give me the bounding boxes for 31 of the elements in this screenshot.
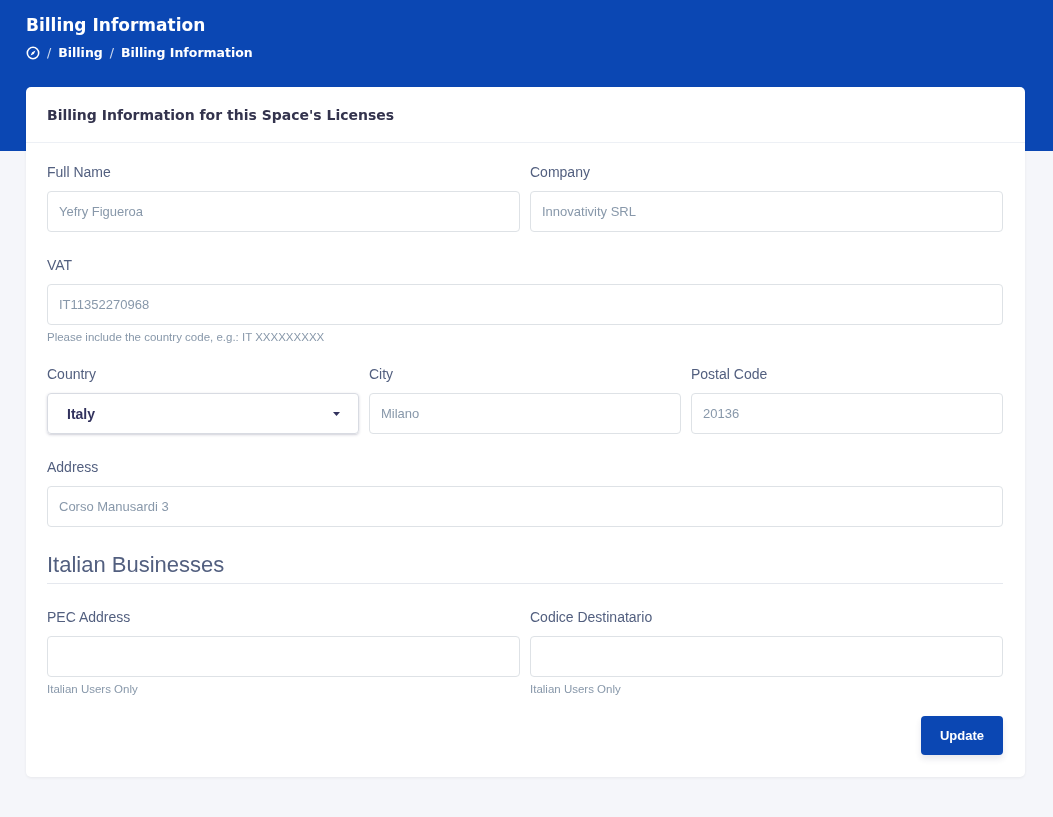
help-text: Italian Users Only	[47, 683, 139, 695]
input-field[interactable]: Innovativity SRL	[530, 191, 1003, 232]
input-field[interactable]: IT11352270968	[47, 284, 1003, 325]
input-field[interactable]: 20136	[691, 393, 1003, 434]
field-label: PEC Address	[47, 609, 132, 625]
field-label: Address	[47, 459, 100, 475]
section-heading: Italian Businesses	[47, 552, 1003, 584]
caret-icon	[333, 411, 340, 416]
card-title: Billing Information for this Space's Licenses	[26, 87, 1025, 143]
breadcrumb-separator: /	[109, 45, 114, 60]
field-label: Full Name	[47, 164, 112, 180]
country-dropdown[interactable]: Italy	[47, 393, 359, 434]
field-label: City	[369, 366, 395, 382]
field-label: VAT	[47, 257, 74, 273]
field-label: Codice Destinatario	[530, 609, 654, 625]
input-field[interactable]	[530, 636, 1003, 677]
field-label: Company	[530, 164, 591, 180]
page-title: Billing Information	[26, 14, 207, 36]
help-text: Italian Users Only	[530, 683, 622, 695]
breadcrumb-link[interactable]: Billing Information	[120, 45, 253, 60]
breadcrumb-separator: /	[47, 45, 52, 60]
input-field[interactable]: Yefry Figueroa	[47, 191, 520, 232]
input-field[interactable]: Corso Manusardi 3	[47, 486, 1003, 527]
field-label: Postal Code	[691, 366, 769, 382]
help-text: Please include the country code, e.g.: IT XXXXXXXXX	[47, 331, 326, 343]
breadcrumb-link[interactable]: Billing	[58, 45, 103, 60]
field-label: Country	[47, 366, 98, 382]
input-field[interactable]	[47, 636, 520, 677]
update-button[interactable]: Update	[920, 716, 1003, 755]
compass-icon[interactable]	[26, 45, 40, 60]
input-field[interactable]: Milano	[369, 393, 681, 434]
